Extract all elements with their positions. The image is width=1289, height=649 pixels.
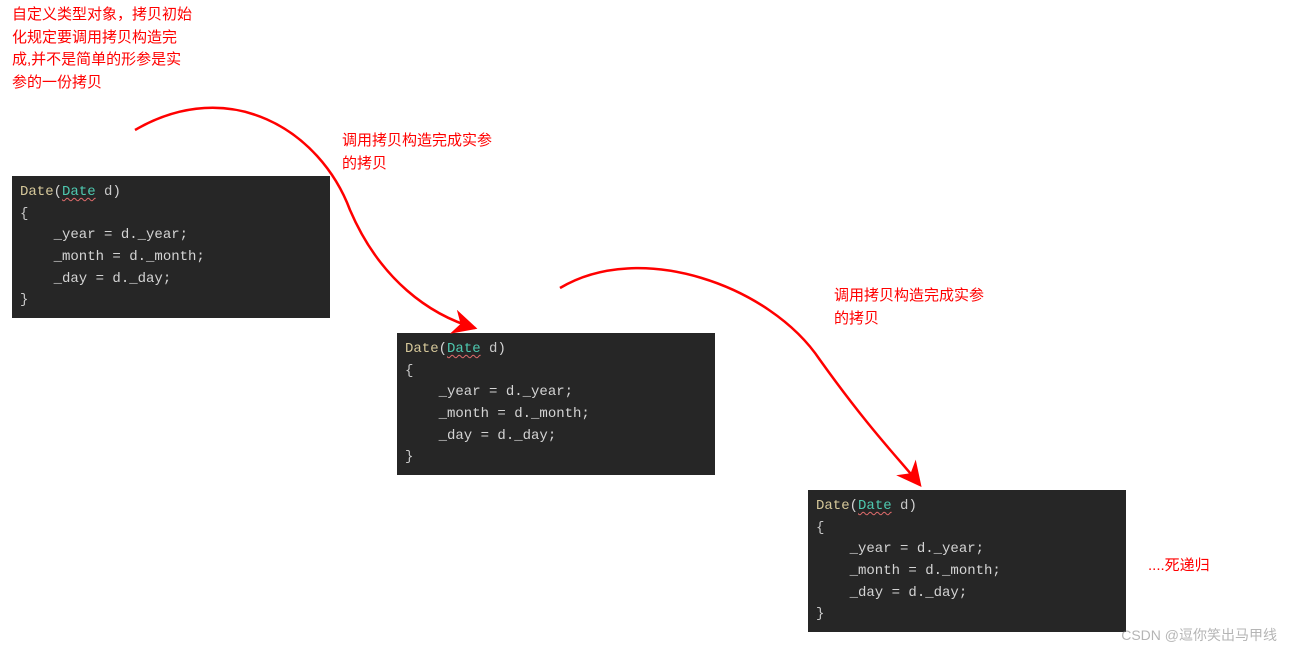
code-block-1: Date(Date d) { _year = d._year; _month =… <box>12 176 330 318</box>
watermark: CSDN @逗你笑出马甲线 <box>1121 625 1277 645</box>
brace-open: { <box>816 518 1118 540</box>
paren-close: ) <box>497 341 505 357</box>
paren-open: ( <box>439 341 447 357</box>
type-keyword: Date <box>20 184 54 200</box>
code-line-year: _year = d._year; <box>816 539 1118 561</box>
paren-open: ( <box>54 184 62 200</box>
annotation-right: 调用拷贝构造完成实参 的拷贝 <box>834 285 984 330</box>
code-line-month: _month = d._month; <box>20 247 322 269</box>
param-name: d <box>96 184 113 200</box>
type-keyword: Date <box>405 341 439 357</box>
code-block-2: Date(Date d) { _year = d._year; _month =… <box>397 333 715 475</box>
brace-open: { <box>405 361 707 383</box>
type-keyword: Date <box>816 498 850 514</box>
code-line-day: _day = d._day; <box>20 269 322 291</box>
paren-open: ( <box>850 498 858 514</box>
annotation-mid: 调用拷贝构造完成实参 的拷贝 <box>342 130 492 175</box>
paren-close: ) <box>908 498 916 514</box>
code-block-3: Date(Date d) { _year = d._year; _month =… <box>808 490 1126 632</box>
annotation-top-left: 自定义类型对象，拷贝初始 化规定要调用拷贝构造完 成,并不是简单的形参是实 参的… <box>12 4 202 94</box>
brace-close: } <box>816 604 1118 626</box>
param-type: Date <box>62 184 96 200</box>
code-line-month: _month = d._month; <box>816 561 1118 583</box>
param-name: d <box>892 498 909 514</box>
code-line-year: _year = d._year; <box>20 225 322 247</box>
brace-close: } <box>405 447 707 469</box>
param-type: Date <box>858 498 892 514</box>
brace-open: { <box>20 204 322 226</box>
code-line-day: _day = d._day; <box>405 426 707 448</box>
code-line-month: _month = d._month; <box>405 404 707 426</box>
code-line-year: _year = d._year; <box>405 382 707 404</box>
code-line-day: _day = d._day; <box>816 583 1118 605</box>
paren-close: ) <box>112 184 120 200</box>
param-name: d <box>481 341 498 357</box>
param-type: Date <box>447 341 481 357</box>
brace-close: } <box>20 290 322 312</box>
annotation-ellipsis: ....死递归 <box>1148 555 1210 578</box>
